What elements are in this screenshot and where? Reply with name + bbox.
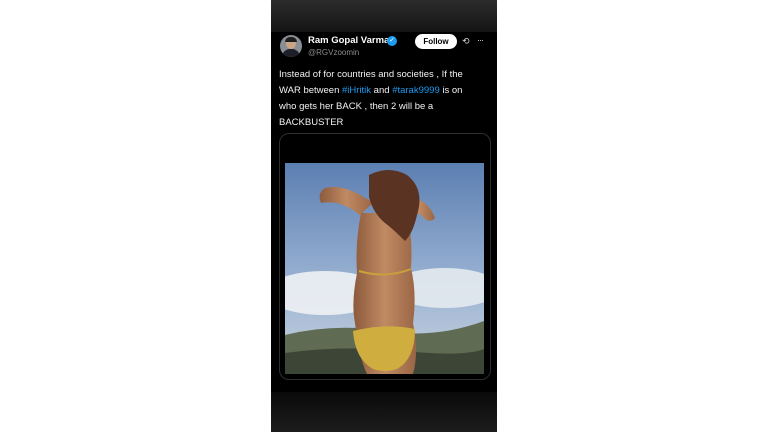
follow-button[interactable]: Follow [415,34,457,49]
story-frame: Ram Gopal Varma ✓ @RGVzoomin Follow ⟲ ··… [271,0,497,432]
tweet-text-segment: BACKBUSTER [279,117,344,128]
tweet-line: Instead of for countries and societies ,… [279,67,493,83]
bottom-bar [271,392,497,432]
tweet-text-segment: and [371,85,393,96]
author-name[interactable]: Ram Gopal Varma [308,35,389,46]
tweet-line: who gets her BACK , then 2 will be a [279,99,493,115]
avatar[interactable] [280,35,302,57]
tweet-text-segment: Instead of for countries and societies ,… [279,69,463,80]
hashtag-link[interactable]: #iHritik [342,85,371,96]
tweet-text-segment: who gets her BACK , then 2 will be a [279,101,434,112]
top-bar [271,0,497,32]
tweet-image[interactable] [285,163,484,374]
verified-badge-icon: ✓ [387,36,397,46]
tweet-line: WAR between #iHritik and #tarak9999 is o… [279,83,493,99]
tweet-text: Instead of for countries and societies ,… [279,67,493,131]
more-options-icon[interactable]: ··· [477,36,489,46]
tweet-line: BACKBUSTER [279,115,493,131]
tweet-text-segment: is on [439,85,463,96]
hashtag-link[interactable]: #tarak9999 [392,85,440,96]
grok-icon[interactable]: ⟲ [462,36,472,46]
tweet-text-segment: WAR between [279,85,343,96]
author-handle[interactable]: @RGVzoomin [308,48,359,57]
